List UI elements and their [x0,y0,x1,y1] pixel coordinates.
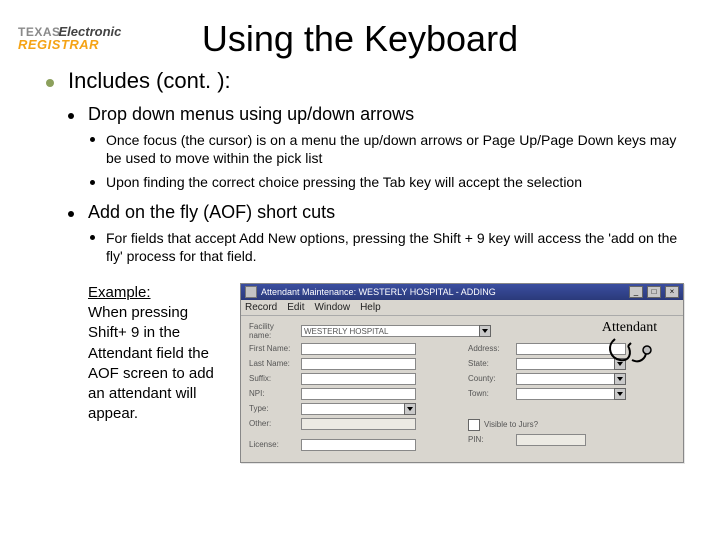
bullet-l3-focus: Once focus (the cursor) is on a menu the… [88,131,684,167]
bullet-l2a-text: Drop down menus using up/down arrows [88,104,414,124]
bullet-l2-aof: Add on the fly (AOF) short cuts For fiel… [68,202,684,463]
label-firstname: First Name: [249,344,297,353]
minimize-button[interactable]: _ [629,286,643,298]
bullet-l3-shift9: For fields that accept Add New options, … [88,229,684,265]
chevron-down-icon[interactable] [614,373,626,385]
chevron-down-icon[interactable] [479,325,491,337]
label-pin: PIN: [468,435,512,444]
logo: TEXASElectronic REGISTRAR [18,24,121,51]
bullet-l1-includes: Includes (cont. ): Drop down menus using… [46,68,684,463]
titlebar: Attendant Maintenance: WESTERLY HOSPITAL… [241,284,683,300]
label-state: State: [468,359,512,368]
pin-input[interactable] [516,434,586,446]
example-body: When pressing Shift+ 9 in the Attendant … [88,304,214,422]
form: Attendant [241,316,683,462]
app-icon [245,286,257,298]
label-lastname: Last Name: [249,359,297,368]
col-left: First Name: Last Name: Suffix: NPI: Type… [249,343,456,454]
type-combo[interactable] [301,403,416,415]
label-type: Type: [249,404,297,413]
titlebar-text: Attendant Maintenance: WESTERLY HOSPITAL… [261,287,496,297]
example-text: Example: When pressing Shift+ 9 in the A… [88,283,228,463]
label-license: License: [249,440,297,449]
npi-input[interactable] [301,388,416,400]
slide: TEXASElectronic REGISTRAR Using the Keyb… [0,18,720,540]
label-visible: Visible to Jurs? [484,420,538,429]
logo-registrar: REGISTRAR [18,38,121,51]
menu-edit[interactable]: Edit [287,302,304,313]
attendant-heading: Attendant [582,320,677,336]
bullet-l3-tab: Upon finding the correct choice pressing… [88,173,684,191]
menu-help[interactable]: Help [360,302,381,313]
close-button[interactable]: × [665,286,679,298]
app-window: Attendant Maintenance: WESTERLY HOSPITAL… [240,283,684,463]
example-label: Example: [88,284,151,301]
firstname-input[interactable] [301,343,416,355]
label-other: Other: [249,419,297,428]
maximize-button[interactable]: □ [647,286,661,298]
facility-value: WESTERLY HOSPITAL [301,325,479,337]
county-combo[interactable] [516,373,626,385]
content: Includes (cont. ): Drop down menus using… [0,68,720,463]
label-npi: NPI: [249,389,297,398]
facility-combo[interactable]: WESTERLY HOSPITAL [301,325,491,337]
label-county: County: [468,374,512,383]
stethoscope-icon [606,338,654,372]
example-row: Example: When pressing Shift+ 9 in the A… [88,283,684,463]
label-facility: Facility name: [249,322,297,340]
town-combo[interactable] [516,388,626,400]
lastname-input[interactable] [301,358,416,370]
label-address: Address: [468,344,512,353]
chevron-down-icon[interactable] [614,388,626,400]
attendant-block: Attendant [582,320,677,372]
bullet-l2-dropdown: Drop down menus using up/down arrows Onc… [68,104,684,192]
menubar: Record Edit Window Help [241,300,683,316]
suffix-input[interactable] [301,373,416,385]
bullet-l2b-text: Add on the fly (AOF) short cuts [88,202,335,222]
menu-window[interactable]: Window [314,302,350,313]
label-town: Town: [468,389,512,398]
menu-record[interactable]: Record [245,302,277,313]
chevron-down-icon[interactable] [404,403,416,415]
label-suffix: Suffix: [249,374,297,383]
other-input[interactable] [301,418,416,430]
bullet-l1-text: Includes (cont. ): [68,68,231,93]
visible-checkbox[interactable] [468,419,480,431]
license-input[interactable] [301,439,416,451]
